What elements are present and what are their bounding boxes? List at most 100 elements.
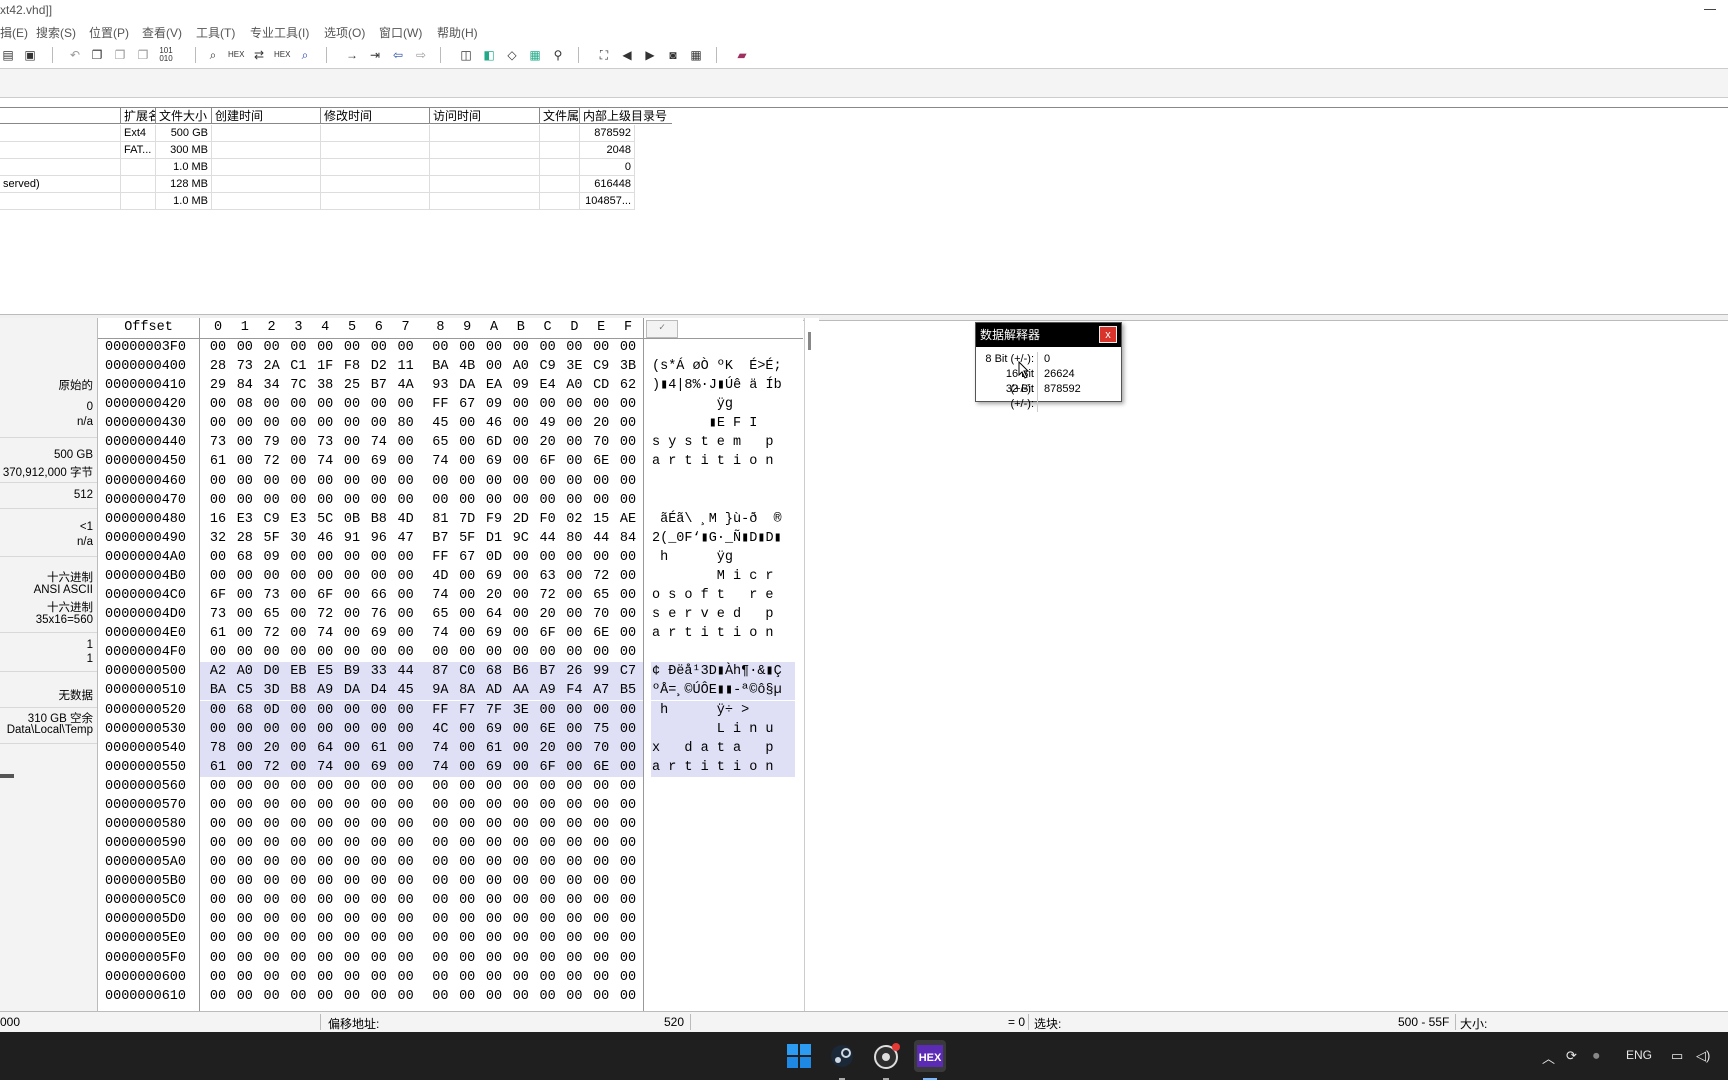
hex-byte[interactable]: 00 — [619, 720, 637, 739]
hex-byte[interactable]: 46 — [485, 414, 503, 433]
row-text[interactable]: (s*Á øÒ ºK É>É; — [652, 357, 782, 376]
hex-byte[interactable]: 00 — [458, 758, 476, 777]
hex-byte[interactable]: 00 — [512, 472, 530, 491]
hex-byte[interactable]: 00 — [485, 777, 503, 796]
hex-byte[interactable]: F0 — [539, 510, 557, 529]
hex-row[interactable]: 00000005D0 00 00 00 00 00 00 00 00 00 00 00 00 00 00 00… — [98, 910, 803, 929]
hex-row[interactable]: 0000000420 00 08 00 00 00 00 00 00 FF 67 09 00 00 00 00… — [98, 395, 803, 414]
hex-byte[interactable]: B9 — [343, 662, 361, 681]
hex-byte[interactable]: 00 — [343, 433, 361, 452]
hex-byte[interactable]: 00 — [619, 395, 637, 414]
hex-byte[interactable]: FF — [431, 548, 449, 567]
hex-byte[interactable]: F9 — [485, 510, 503, 529]
hex-byte[interactable]: 00 — [397, 949, 415, 968]
directory-row[interactable]: 1.0 MB 104857... — [0, 193, 640, 210]
paste-icon[interactable]: ❐ — [112, 47, 128, 63]
menu-help[interactable]: 帮助(H) — [437, 24, 478, 41]
hex-byte[interactable]: 00 — [289, 815, 307, 834]
volume-icon[interactable]: ◁) — [1696, 1048, 1710, 1064]
hex-byte[interactable]: 00 — [512, 548, 530, 567]
hex-byte[interactable]: 00 — [539, 949, 557, 968]
hex-byte[interactable]: 6E — [539, 720, 557, 739]
hex-byte[interactable]: 00 — [539, 815, 557, 834]
hex-byte[interactable]: BA — [431, 357, 449, 376]
hex-byte[interactable]: 00 — [289, 968, 307, 987]
hex-byte[interactable]: 00 — [343, 452, 361, 471]
hex-byte[interactable]: 00 — [370, 968, 388, 987]
hex-byte[interactable]: 00 — [209, 872, 227, 891]
hex-byte[interactable]: 00 — [209, 643, 227, 662]
hex-byte[interactable]: 80 — [565, 529, 583, 548]
hex-byte[interactable]: 00 — [592, 701, 610, 720]
hex-byte[interactable]: 00 — [539, 395, 557, 414]
hex-byte[interactable]: 2D — [512, 510, 530, 529]
hex-row[interactable]: 00000004E0 61 00 72 00 74 00 69 00 74 00 69 00 6F 00 6E… — [98, 624, 803, 643]
hex-byte[interactable]: 00 — [316, 701, 334, 720]
hex-byte[interactable]: 00 — [397, 624, 415, 643]
hex-byte[interactable]: 00 — [316, 414, 334, 433]
hex-byte[interactable]: 4D — [431, 567, 449, 586]
hex-byte[interactable]: 00 — [619, 777, 637, 796]
hex-byte[interactable]: 00 — [370, 720, 388, 739]
language-indicator[interactable]: ENG — [1626, 1048, 1652, 1062]
hex-byte[interactable]: 00 — [316, 815, 334, 834]
hex-byte[interactable]: 00 — [397, 968, 415, 987]
hex-byte[interactable]: 00 — [565, 605, 583, 624]
hex-byte[interactable]: 00 — [236, 853, 254, 872]
hex-byte[interactable]: 68 — [485, 662, 503, 681]
hex-row[interactable]: 0000000590 00 00 00 00 00 00 00 00 00 00 00 00 00 00 00… — [98, 834, 803, 853]
hex-byte[interactable]: 00 — [512, 777, 530, 796]
hex-byte[interactable]: 00 — [209, 548, 227, 567]
hex-byte[interactable]: 47 — [397, 529, 415, 548]
hex-byte[interactable]: 00 — [209, 949, 227, 968]
hex-byte[interactable]: 63 — [539, 567, 557, 586]
hex-byte[interactable]: 6F — [539, 452, 557, 471]
hex-byte[interactable]: 00 — [565, 891, 583, 910]
hex-byte[interactable]: 00 — [343, 472, 361, 491]
hex-byte[interactable]: 00 — [316, 987, 334, 1006]
hex-byte[interactable]: 00 — [592, 853, 610, 872]
hex-byte[interactable]: 00 — [236, 968, 254, 987]
hex-byte[interactable]: 00 — [592, 548, 610, 567]
hex-byte[interactable]: 00 — [289, 643, 307, 662]
hex-byte[interactable]: 00 — [236, 624, 254, 643]
hex-byte[interactable]: 00 — [485, 472, 503, 491]
hex-byte[interactable]: 00 — [592, 987, 610, 1006]
hex-byte[interactable]: 00 — [485, 891, 503, 910]
hex-byte[interactable]: 87 — [431, 662, 449, 681]
hex-byte[interactable]: 11 — [397, 357, 415, 376]
hex-byte[interactable]: 20 — [539, 605, 557, 624]
forward-icon[interactable]: ⇨ — [413, 47, 429, 63]
hex-byte[interactable]: 00 — [539, 834, 557, 853]
hex-byte[interactable]: 29 — [209, 376, 227, 395]
hex-byte[interactable]: 84 — [236, 376, 254, 395]
hex-row[interactable]: 00000004F0 00 00 00 00 00 00 00 00 00 00 00 00 00 00 00… — [98, 643, 803, 662]
hex-byte[interactable]: 4C — [431, 720, 449, 739]
hex-byte[interactable]: A9 — [539, 681, 557, 700]
hex-byte[interactable]: 00 — [289, 605, 307, 624]
hex-byte[interactable]: 00 — [263, 968, 281, 987]
hex-byte[interactable]: 72 — [316, 605, 334, 624]
hex-row[interactable]: 0000000400 28 73 2A C1 1F F8 D2 11 BA 4B 00 A0 C9 3E C9… — [98, 357, 803, 376]
hex-byte[interactable]: 76 — [370, 605, 388, 624]
hex-byte[interactable]: 00 — [209, 853, 227, 872]
hex-byte[interactable]: 7C — [289, 376, 307, 395]
hex-row[interactable]: 0000000610 00 00 00 00 00 00 00 00 00 00 00 00 00 00 00… — [98, 987, 803, 1006]
hex-byte[interactable]: 00 — [316, 720, 334, 739]
hex-byte[interactable]: 00 — [209, 701, 227, 720]
hex-byte[interactable]: 00 — [431, 853, 449, 872]
hex-byte[interactable]: 00 — [263, 987, 281, 1006]
menu-window[interactable]: 窗口(W) — [379, 24, 422, 41]
hex-byte[interactable]: 74 — [316, 452, 334, 471]
hex-byte[interactable]: 73 — [263, 586, 281, 605]
hex-byte[interactable]: 96 — [370, 529, 388, 548]
hex-byte[interactable]: 64 — [316, 739, 334, 758]
hex-byte[interactable]: 00 — [592, 834, 610, 853]
hex-byte[interactable]: 09 — [263, 548, 281, 567]
hex-byte[interactable]: 00 — [397, 586, 415, 605]
copy-icon[interactable]: ❐ — [89, 47, 105, 63]
hex-byte[interactable]: 00 — [539, 929, 557, 948]
hex-byte[interactable]: 00 — [209, 910, 227, 929]
hex-byte[interactable]: 44 — [539, 529, 557, 548]
binary-icon[interactable]: 101 010 — [158, 47, 174, 63]
